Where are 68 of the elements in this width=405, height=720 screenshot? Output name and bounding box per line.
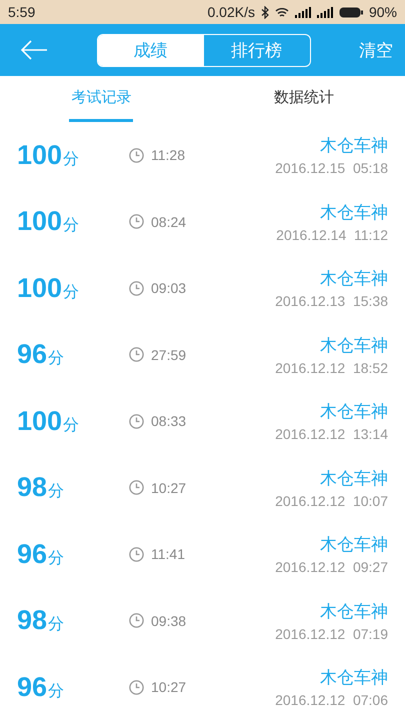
user-name: 木仓车神: [320, 401, 388, 424]
clock-icon: [129, 214, 144, 230]
back-icon[interactable]: [20, 40, 48, 60]
exam-date: 2016.12.12 10:07: [275, 492, 388, 509]
tab[interactable]: 数据统计: [272, 76, 336, 122]
exam-duration: 11:41: [151, 546, 185, 562]
score-unit: 分: [63, 414, 80, 436]
exam-duration: 08:24: [151, 214, 186, 230]
exam-date: 2016.12.12 09:27: [275, 559, 388, 576]
exam-duration: 09:38: [151, 612, 186, 629]
exam-duration: 11:28: [151, 147, 185, 164]
clock-icon: [129, 148, 144, 163]
score-unit: 分: [48, 614, 64, 636]
clock-icon: [129, 480, 144, 496]
clock-icon: [129, 546, 144, 562]
score-value: 96: [17, 339, 48, 370]
clock-icon: [129, 414, 144, 429]
score-value: 100: [17, 206, 62, 238]
exam-date: 2016.12.12 18:52: [275, 360, 388, 376]
score-unit: 分: [48, 680, 64, 702]
clock-icon: [129, 680, 144, 695]
user-name: 木仓车神: [320, 268, 388, 290]
bluetooth-icon: [260, 6, 269, 18]
score-unit: 分: [63, 148, 80, 170]
score-value: 98: [17, 605, 48, 636]
segment-tab[interactable]: 成绩: [98, 34, 204, 66]
exam-duration: 10:27: [151, 679, 186, 696]
segment-tab[interactable]: 排行榜: [204, 34, 310, 66]
exam-date: 2016.12.15 05:18: [275, 160, 388, 176]
score-unit: 分: [48, 481, 64, 502]
exam-date: 2016.12.12 07:06: [275, 692, 388, 708]
clear-button[interactable]: 清空: [359, 38, 393, 62]
user-name: 木仓车神: [320, 202, 388, 224]
exam-duration: 09:03: [151, 280, 186, 296]
user-name: 木仓车神: [320, 468, 388, 490]
user-name: 木仓车神: [320, 135, 388, 158]
signal-icon: [294, 6, 311, 18]
user-name: 木仓车神: [320, 667, 388, 690]
score-value: 98: [17, 472, 48, 504]
score-value: 96: [17, 672, 48, 703]
exam-date: 2016.12.12 07:19: [275, 626, 388, 642]
user-name: 木仓车神: [320, 534, 388, 556]
battery-level: 90%: [368, 4, 397, 20]
signal-icon: [316, 6, 333, 18]
clock-icon: [129, 280, 144, 296]
score-unit: 分: [63, 215, 80, 236]
exam-date: 2016.12.14 11:12: [276, 226, 388, 243]
exam-duration: 10:27: [151, 480, 186, 496]
user-name: 木仓车神: [320, 334, 388, 357]
status-time: 5:59: [8, 4, 36, 20]
exam-date: 2016.12.13 15:38: [275, 293, 388, 310]
wifi-icon: [274, 6, 289, 18]
score-value: 100: [17, 272, 62, 304]
clock-icon: [129, 347, 144, 362]
score-unit: 分: [63, 282, 80, 303]
tab[interactable]: 考试记录: [69, 76, 134, 122]
score-unit: 分: [48, 548, 64, 569]
score-value: 96: [17, 538, 48, 570]
score-value: 100: [17, 140, 62, 171]
network-speed: 0.02K/s: [207, 4, 255, 20]
battery-icon: [338, 6, 363, 18]
user-name: 木仓车神: [320, 600, 388, 623]
clock-icon: [129, 613, 144, 628]
exam-duration: 27:59: [151, 346, 186, 363]
exam-date: 2016.12.12 13:14: [275, 426, 388, 442]
score-unit: 分: [48, 348, 64, 370]
score-value: 100: [17, 406, 62, 437]
exam-duration: 08:33: [151, 413, 186, 430]
